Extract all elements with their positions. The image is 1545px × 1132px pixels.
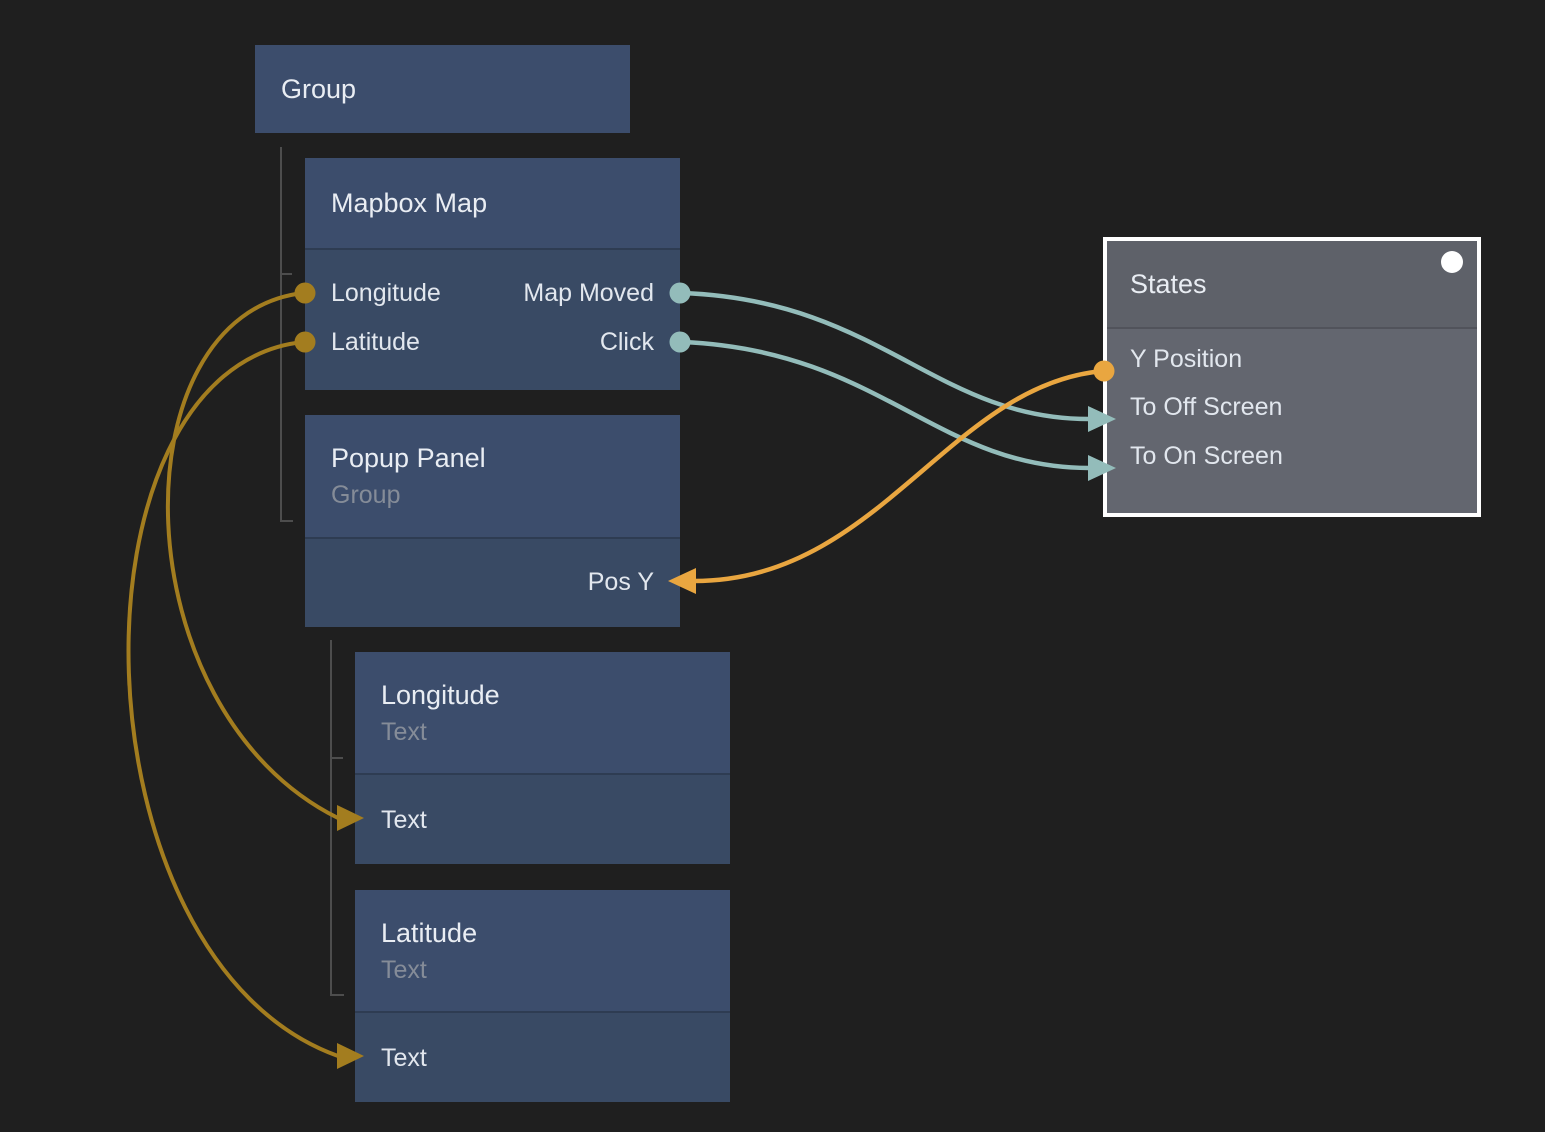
node-latitude-body: Text [355,1011,730,1102]
node-longitude-text[interactable]: Longitude Text Text [355,652,730,864]
node-latitude-header: Latitude Text [355,890,730,1011]
wire-y-position-to-pos-y[interactable] [694,371,1104,581]
port-latitude-text-input[interactable]: Text [381,1043,427,1073]
node-states[interactable]: States Y Position To Off Screen To On Sc… [1103,237,1481,517]
node-popup-panel-header: Popup Panel Group [305,415,680,537]
node-longitude-title: Longitude [355,676,730,714]
node-states-title: States [1107,265,1207,303]
node-states-body: Y Position To Off Screen To On Screen [1107,327,1477,513]
node-longitude-body: Text [355,773,730,864]
node-longitude-header: Longitude Text [355,652,730,773]
hierarchy-line-group [281,147,293,521]
port-click-output[interactable]: Click [600,327,654,357]
wire-click-to-on-screen[interactable] [682,342,1089,468]
port-longitude-text-input[interactable]: Text [381,805,427,835]
wire-map-moved-to-off-screen[interactable] [682,293,1089,419]
port-latitude-output[interactable]: Latitude [331,327,420,357]
port-longitude-output[interactable]: Longitude [331,278,441,308]
node-popup-panel[interactable]: Popup Panel Group Pos Y [305,415,680,627]
node-editor-canvas[interactable]: Group Mapbox Map Longitude Latitude Map … [0,0,1545,1132]
node-group-header: Group [255,45,630,133]
node-mapbox-map-title: Mapbox Map [305,184,487,222]
port-y-position[interactable]: Y Position [1130,344,1242,374]
node-latitude-text[interactable]: Latitude Text Text [355,890,730,1102]
node-popup-panel-subtitle: Group [305,477,680,513]
state-indicator-icon[interactable] [1441,251,1463,273]
node-longitude-subtitle: Text [355,714,730,750]
node-mapbox-map-header: Mapbox Map [305,158,680,248]
node-mapbox-map-body: Longitude Latitude Map Moved Click [305,248,680,390]
node-group-title: Group [255,70,356,108]
port-to-off-screen[interactable]: To Off Screen [1130,392,1282,422]
node-mapbox-map[interactable]: Mapbox Map Longitude Latitude Map Moved … [305,158,680,390]
node-group[interactable]: Group [255,45,630,133]
port-map-moved-output[interactable]: Map Moved [523,278,654,308]
node-popup-panel-title: Popup Panel [305,439,680,477]
port-pos-y-input[interactable]: Pos Y [588,567,654,597]
node-latitude-subtitle: Text [355,952,730,988]
port-to-on-screen[interactable]: To On Screen [1130,441,1283,471]
hierarchy-line-popup-panel [331,640,344,995]
node-states-header: States [1107,241,1477,327]
node-latitude-title: Latitude [355,914,730,952]
node-popup-panel-body: Pos Y [305,537,680,627]
